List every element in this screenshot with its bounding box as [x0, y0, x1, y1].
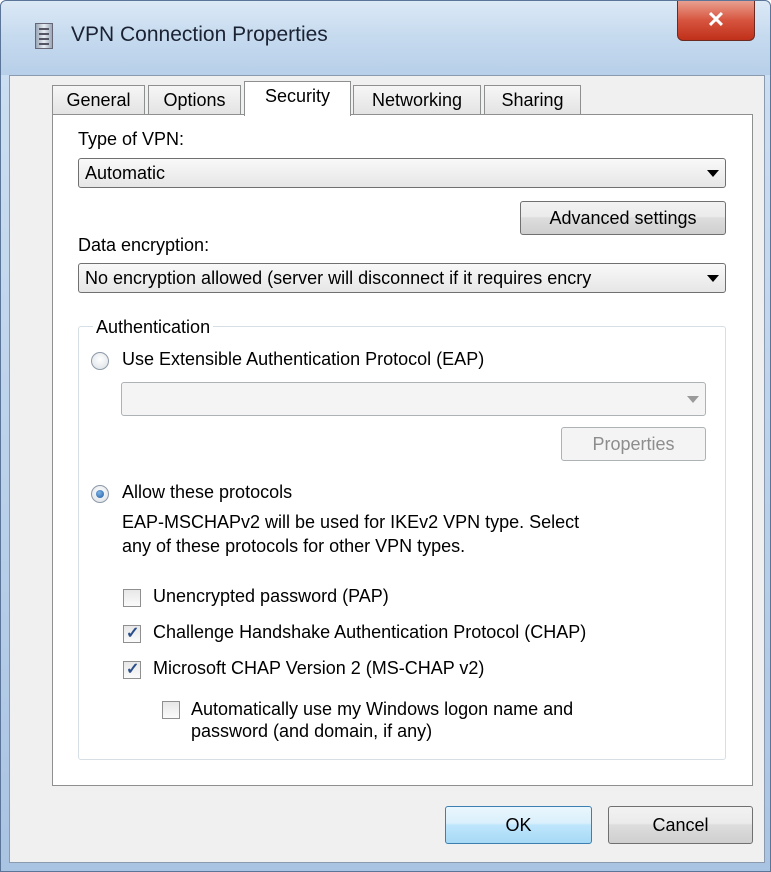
advanced-settings-button[interactable]: Advanced settings [520, 201, 726, 235]
type-of-vpn-label: Type of VPN: [78, 129, 185, 149]
type-of-vpn-dropdown[interactable]: Automatic [78, 158, 726, 188]
eap-method-dropdown[interactable] [121, 382, 706, 416]
eap-option-label[interactable]: Use Extensible Authentication Protocol (… [122, 349, 484, 370]
chevron-down-icon [707, 170, 719, 177]
eap-properties-button[interactable]: Properties [561, 427, 706, 461]
checkmark-icon: ✓ [126, 661, 140, 678]
vpn-connection-icon [35, 23, 53, 49]
protocols-description: EAP-MSCHAPv2 will be used for IKEv2 VPN … [122, 510, 722, 558]
data-encryption-label: Data encryption: [78, 235, 210, 255]
tab-sharing[interactable]: Sharing [484, 85, 581, 115]
window-title: VPN Connection Properties [71, 23, 328, 46]
allow-protocols-label[interactable]: Allow these protocols [122, 482, 292, 503]
auto-logon-label-line: password (and domain, if any) [191, 721, 433, 741]
checkmark-icon: ✓ [126, 625, 140, 642]
allow-protocols-radio-button[interactable] [91, 485, 109, 503]
chevron-down-icon [687, 396, 699, 403]
eap-radio-button[interactable] [91, 352, 109, 370]
data-encryption-dropdown[interactable]: No encryption allowed (server will disco… [78, 263, 726, 293]
type-of-vpn-value: Automatic [85, 163, 166, 183]
title-bar[interactable]: VPN Connection Properties ✕ [1, 1, 770, 75]
protocols-description-line: EAP-MSCHAPv2 will be used for IKEv2 VPN … [122, 512, 580, 532]
tab-security[interactable]: Security [244, 81, 351, 116]
mschapv2-label[interactable]: Microsoft CHAP Version 2 (MS-CHAP v2) [153, 658, 484, 679]
tab-networking[interactable]: Networking [353, 85, 481, 115]
auto-logon-checkbox[interactable] [162, 701, 180, 719]
chap-label[interactable]: Challenge Handshake Authentication Proto… [153, 622, 586, 643]
close-button[interactable]: ✕ [677, 1, 755, 41]
tab-general[interactable]: General [52, 85, 145, 115]
chevron-down-icon [707, 275, 719, 282]
protocols-description-line: any of these protocols for other VPN typ… [122, 536, 466, 556]
pap-label[interactable]: Unencrypted password (PAP) [153, 586, 389, 607]
cancel-button[interactable]: Cancel [608, 806, 753, 844]
data-encryption-value: No encryption allowed (server will disco… [85, 268, 592, 288]
chap-checkbox[interactable]: ✓ [123, 625, 141, 643]
vpn-properties-window: VPN Connection Properties ✕ General Opti… [0, 0, 771, 872]
auto-logon-label[interactable]: Automatically use my Windows logon name … [191, 698, 573, 742]
tab-options[interactable]: Options [148, 85, 241, 115]
mschapv2-checkbox[interactable]: ✓ [123, 661, 141, 679]
auto-logon-label-line: Automatically use my Windows logon name … [191, 699, 574, 719]
pap-checkbox[interactable] [123, 589, 141, 607]
authentication-group-title: Authentication [93, 317, 214, 338]
ok-button[interactable]: OK [445, 806, 592, 844]
